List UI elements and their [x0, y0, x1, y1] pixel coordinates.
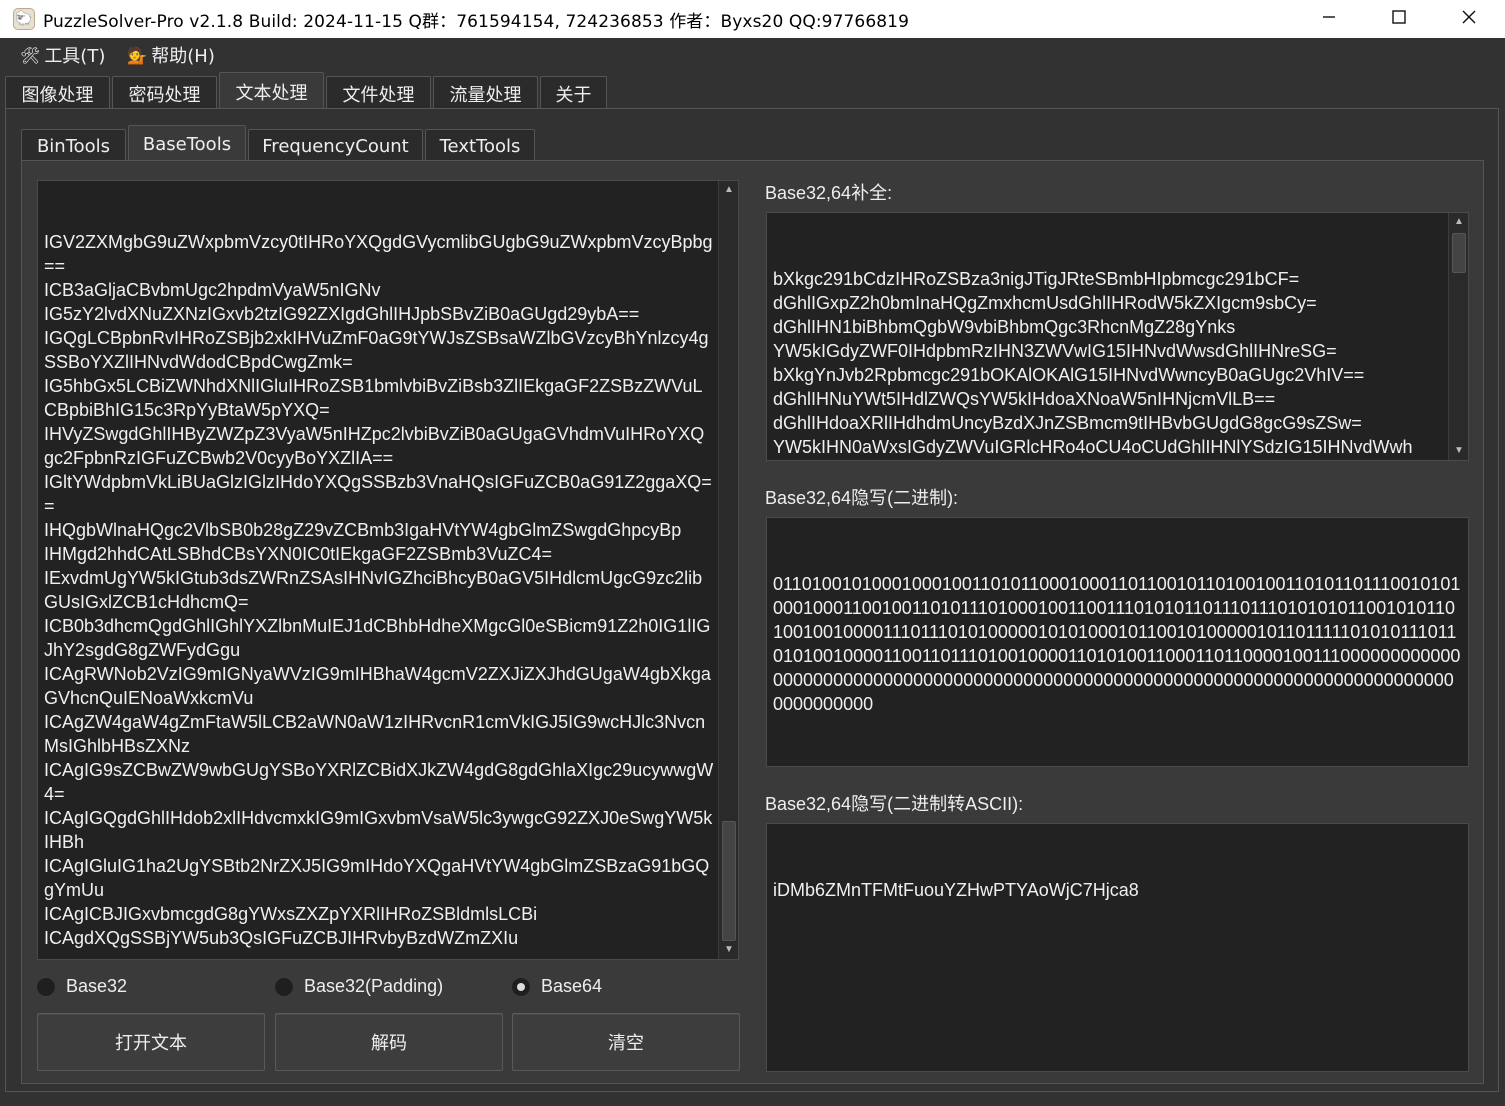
input-textarea[interactable]: IGV2ZXMgbG9uZWxpbmVzcy0tIHRoYXQgdGVycmli… [37, 180, 739, 960]
scroll-down-arrow-icon[interactable]: ▼ [1449, 442, 1468, 460]
menu-bar: 🛠 工具(T) 💁 帮助(H) [0, 38, 1505, 72]
tab-basetools[interactable]: BaseTools [128, 125, 246, 163]
input-scrollbar[interactable]: ▲ ▼ [718, 181, 738, 959]
radio-base32-dot [36, 976, 56, 997]
radio-base64-dot [511, 976, 531, 997]
close-button[interactable] [1434, 0, 1504, 34]
scroll-down-arrow-icon[interactable]: ▼ [719, 941, 738, 959]
radio-base32-label: Base32 [66, 976, 128, 996]
app-logo-icon: 🐑 [13, 8, 35, 30]
minimize-icon [1323, 16, 1335, 18]
tab-frequencycount[interactable]: FrequencyCount [248, 129, 423, 163]
stego-ascii-text: iDMb6ZMnTFMtFuouYZHwPTYAoWjC7Hjca8 [773, 880, 1139, 900]
tab-text[interactable]: 文本处理 [219, 72, 324, 110]
scroll-thumb[interactable] [1452, 233, 1466, 273]
help-person-icon: 💁 [127, 45, 148, 65]
stego-binary-text: 0110100101000100010011010110001000110110… [773, 574, 1461, 714]
menu-help[interactable]: 💁 帮助(H) [127, 42, 215, 68]
stego-ascii-label: Base32,64隐写(二进制转ASCII): [765, 794, 1024, 814]
stego-ascii-textarea[interactable]: iDMb6ZMnTFMtFuouYZHwPTYAoWjC7Hjca8 [766, 823, 1469, 1072]
stego-binary-textarea[interactable]: 0110100101000100010011010110001000110110… [766, 517, 1469, 767]
padding-output-scrollbar[interactable]: ▲ ▼ [1448, 213, 1468, 460]
padding-output-text: bXkgc291bCdzIHRoZSBza3nigJTigJRteSBmbHIp… [773, 269, 1413, 457]
window-title: PuzzleSolver-Pro v2.1.8 Build: 2024-11-1… [43, 11, 909, 32]
radio-base32-padding[interactable]: Base32(Padding) [274, 976, 443, 997]
maximize-icon [1392, 10, 1406, 24]
decode-button[interactable]: 解码 [275, 1013, 503, 1071]
menu-help-label: 帮助(H) [151, 46, 215, 67]
padding-output-textarea[interactable]: bXkgc291bCdzIHRoZSBza3nigJTigJRteSBmbHIp… [766, 212, 1469, 461]
scroll-thumb[interactable] [722, 821, 736, 941]
stego-binary-label: Base32,64隐写(二进制): [765, 488, 959, 508]
menu-tools[interactable]: 🛠 工具(T) [20, 42, 105, 68]
tab-bintools[interactable]: BinTools [21, 129, 126, 163]
title-bar: 🐑 PuzzleSolver-Pro v2.1.8 Build: 2024-11… [0, 0, 1505, 38]
radio-base32-padding-dot [274, 976, 294, 997]
clear-button[interactable]: 清空 [512, 1013, 740, 1071]
tab-traffic[interactable]: 流量处理 [433, 76, 538, 110]
tab-crypto[interactable]: 密码处理 [112, 76, 217, 110]
close-icon [1462, 10, 1476, 24]
tab-about[interactable]: 关于 [540, 76, 607, 110]
tab-texttools[interactable]: TextTools [425, 129, 535, 163]
open-text-button[interactable]: 打开文本 [37, 1013, 265, 1071]
scroll-up-arrow-icon[interactable]: ▲ [1449, 213, 1468, 231]
scroll-up-arrow-icon[interactable]: ▲ [719, 181, 738, 199]
tools-icon: 🛠 [20, 45, 41, 65]
radio-base32[interactable]: Base32 [36, 976, 127, 997]
radio-base64-label: Base64 [541, 976, 603, 996]
main-tab-bar: 图像处理 密码处理 文本处理 文件处理 流量处理 关于 [5, 72, 609, 110]
maximize-button[interactable] [1364, 0, 1434, 34]
padding-label: Base32,64补全: [765, 183, 893, 203]
tab-file[interactable]: 文件处理 [326, 76, 431, 110]
radio-base32-padding-label: Base32(Padding) [304, 976, 444, 996]
radio-base64[interactable]: Base64 [511, 976, 602, 997]
minimize-button[interactable] [1294, 0, 1364, 34]
input-text: IGV2ZXMgbG9uZWxpbmVzcy0tIHRoYXQgdGVycmli… [44, 232, 714, 948]
menu-tools-label: 工具(T) [44, 46, 106, 67]
sub-tab-bar: BinTools BaseTools FrequencyCount TextTo… [21, 125, 537, 163]
tab-image[interactable]: 图像处理 [5, 76, 110, 110]
